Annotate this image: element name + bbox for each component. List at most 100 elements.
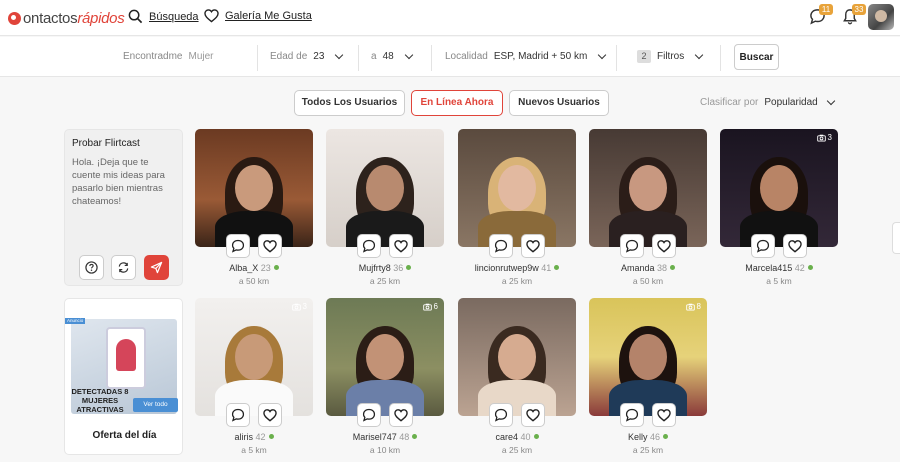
chat-button[interactable] bbox=[489, 403, 513, 427]
side-scroll-handle[interactable] bbox=[892, 222, 900, 254]
camera-icon bbox=[291, 303, 301, 311]
logo-c-icon bbox=[8, 11, 21, 25]
profile-name-line[interactable]: Mujfrty8 36 bbox=[326, 263, 444, 273]
online-status-dot bbox=[268, 434, 274, 439]
profile-card[interactable]: Mujfrty8 36 a 25 km bbox=[326, 129, 444, 289]
profile-name: Marisel747 bbox=[352, 432, 397, 442]
like-button[interactable] bbox=[521, 403, 545, 427]
filter-age-from[interactable]: Edad de 23 bbox=[270, 50, 344, 62]
chevron-down-icon bbox=[826, 96, 835, 106]
divider bbox=[257, 45, 258, 71]
profile-name-line[interactable]: lincionrutwep9w 41 bbox=[458, 263, 576, 273]
photo-count-value: 3 bbox=[302, 302, 307, 311]
profile-card[interactable]: 3 Marcela415 42 a 5 km bbox=[720, 129, 838, 289]
profile-card[interactable]: Amanda 38 a 50 km bbox=[589, 129, 707, 289]
tab-online-now[interactable]: En Línea Ahora bbox=[411, 90, 503, 116]
notifications-button[interactable]: 33 bbox=[842, 4, 866, 30]
profile-name-line[interactable]: Marcela415 42 bbox=[720, 263, 838, 273]
chat-button[interactable] bbox=[620, 234, 644, 258]
chat-icon bbox=[362, 408, 376, 422]
online-status-dot bbox=[406, 265, 412, 270]
chat-button[interactable] bbox=[226, 403, 250, 427]
site-logo[interactable]: ontactosrápidos bbox=[8, 9, 125, 27]
chat-icon bbox=[494, 239, 508, 253]
profile-name-line[interactable]: Kelly 46 bbox=[589, 432, 707, 442]
divider bbox=[431, 45, 432, 71]
like-button[interactable] bbox=[258, 403, 282, 427]
heart-icon bbox=[204, 9, 219, 23]
profile-photo[interactable]: 6 bbox=[326, 298, 444, 416]
help-button[interactable] bbox=[79, 255, 104, 280]
filter-location[interactable]: Localidad ESP, Madrid + 50 km bbox=[445, 50, 607, 62]
profile-photo[interactable]: 8 bbox=[589, 298, 707, 416]
profile-name: Amanda bbox=[620, 263, 655, 273]
profile-name-line[interactable]: Marisel747 48 bbox=[326, 432, 444, 442]
profile-photo[interactable]: 3 bbox=[195, 298, 313, 416]
profile-card[interactable]: 8 Kelly 46 a 25 km bbox=[589, 298, 707, 458]
online-status-dot bbox=[670, 265, 676, 270]
chat-icon bbox=[362, 239, 376, 253]
heart-icon bbox=[526, 408, 540, 422]
tab-all-users[interactable]: Todos Los Usuarios bbox=[294, 90, 405, 116]
chat-button[interactable] bbox=[226, 234, 250, 258]
profile-distance: a 50 km bbox=[238, 276, 270, 286]
refresh-button[interactable] bbox=[111, 255, 136, 280]
nav-likes-link[interactable]: Galería Me Gusta bbox=[204, 9, 312, 23]
chat-button[interactable] bbox=[357, 234, 381, 258]
profile-photo[interactable]: 3 bbox=[720, 129, 838, 247]
nav-search-label: Búsqueda bbox=[149, 10, 199, 23]
filter-more[interactable]: 2 Filtros bbox=[637, 50, 704, 63]
profile-card[interactable]: Alba_X 23 a 50 km bbox=[195, 129, 313, 289]
filter-count-badge: 2 bbox=[637, 50, 651, 63]
camera-icon bbox=[685, 303, 695, 311]
chat-button[interactable] bbox=[357, 403, 381, 427]
like-button[interactable] bbox=[521, 234, 545, 258]
profile-name-line[interactable]: aliris 42 bbox=[195, 432, 313, 442]
phone-illustration bbox=[106, 327, 146, 389]
chat-button[interactable] bbox=[620, 403, 644, 427]
profile-name-line[interactable]: Alba_X 23 bbox=[195, 263, 313, 273]
profile-age: 40 bbox=[520, 432, 531, 442]
profile-name-line[interactable]: care4 40 bbox=[458, 432, 576, 442]
view-all-button[interactable]: Ver todo bbox=[133, 398, 178, 412]
sort-dropdown[interactable]: Clasificar por Popularidad bbox=[700, 96, 835, 108]
like-button[interactable] bbox=[258, 234, 282, 258]
logo-part2: rápidos bbox=[77, 9, 125, 27]
chevron-down-icon bbox=[404, 50, 413, 60]
profile-card[interactable]: care4 40 a 25 km bbox=[458, 298, 576, 458]
profile-name-line[interactable]: Amanda 38 bbox=[589, 263, 707, 273]
profile-name: lincionrutwep9w bbox=[474, 263, 539, 273]
send-button[interactable] bbox=[144, 255, 169, 280]
profile-card[interactable]: 6 Marisel747 48 a 10 km bbox=[326, 298, 444, 458]
chat-button[interactable] bbox=[751, 234, 775, 258]
like-button[interactable] bbox=[783, 234, 807, 258]
like-button[interactable] bbox=[652, 403, 676, 427]
filter-gender[interactable]: Encontradme Mujer bbox=[123, 51, 214, 62]
photo-count-value: 3 bbox=[827, 133, 832, 142]
nav-search-link[interactable]: Búsqueda bbox=[128, 9, 199, 24]
profile-photo[interactable] bbox=[589, 129, 707, 247]
filter-age-label: Edad de bbox=[270, 51, 308, 62]
tab-new-users[interactable]: Nuevos Usuarios bbox=[509, 90, 609, 116]
messages-button[interactable]: 11 bbox=[809, 4, 833, 30]
photo-count: 8 bbox=[685, 302, 701, 311]
profile-card[interactable]: lincionrutwep9w 41 a 25 km bbox=[458, 129, 576, 289]
filter-age-to[interactable]: a 48 bbox=[371, 50, 413, 62]
offer-card[interactable]: Anuncio DETECTADAS 8 MUJERES ATRACTIVAS … bbox=[64, 298, 183, 455]
chat-icon bbox=[625, 408, 639, 422]
profile-photo[interactable] bbox=[326, 129, 444, 247]
profile-age: 42 bbox=[255, 432, 266, 442]
filter-gender-value: Mujer bbox=[188, 51, 214, 62]
like-button[interactable] bbox=[389, 234, 413, 258]
profile-card[interactable]: 3 aliris 42 a 5 km bbox=[195, 298, 313, 458]
user-avatar[interactable] bbox=[868, 4, 894, 30]
chat-button[interactable] bbox=[489, 234, 513, 258]
like-button[interactable] bbox=[389, 403, 413, 427]
like-button[interactable] bbox=[652, 234, 676, 258]
profile-photo[interactable] bbox=[458, 298, 576, 416]
profile-age: 23 bbox=[260, 263, 271, 273]
search-button[interactable]: Buscar bbox=[734, 44, 779, 70]
chat-icon bbox=[231, 408, 245, 422]
profile-photo[interactable] bbox=[195, 129, 313, 247]
profile-photo[interactable] bbox=[458, 129, 576, 247]
